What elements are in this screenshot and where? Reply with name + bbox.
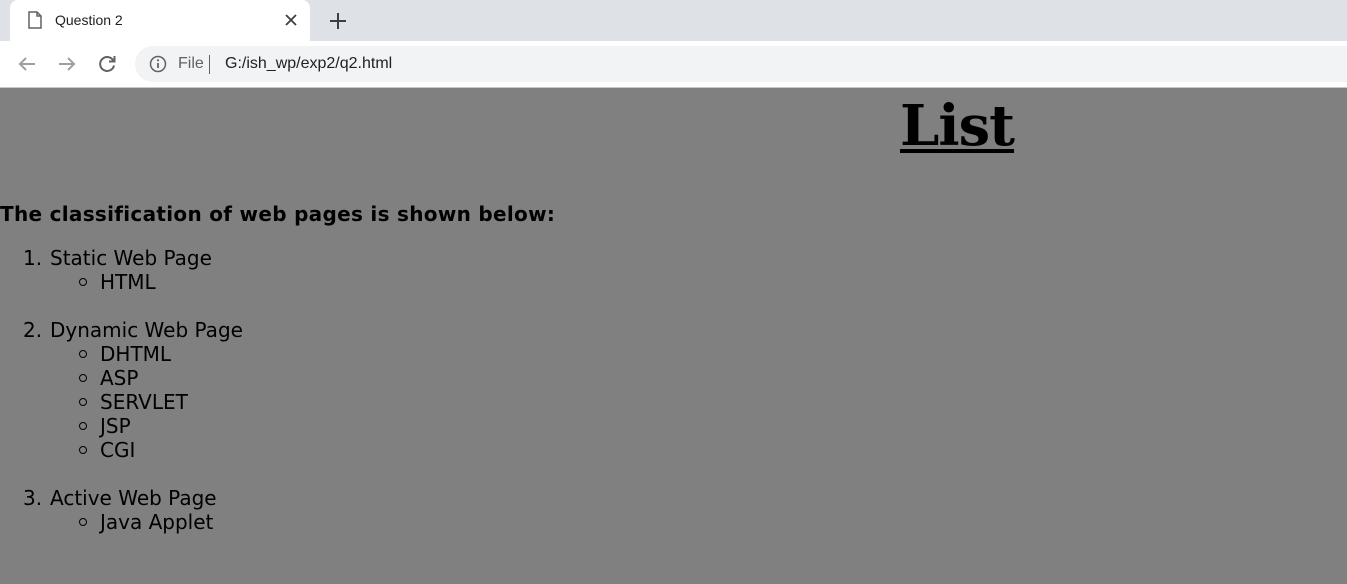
page-content: List The classification of web pages is … <box>0 88 1347 584</box>
list-item-number: 3. <box>23 486 43 510</box>
document-icon <box>28 11 42 29</box>
sub-list-item-label: HTML <box>100 270 156 294</box>
close-icon[interactable] <box>282 11 300 29</box>
address-url[interactable]: G:/ish_wp/exp2/q2.html <box>225 55 392 73</box>
back-arrow-icon[interactable] <box>16 53 38 75</box>
circle-bullet-icon <box>79 374 87 382</box>
address-scheme: File <box>178 55 204 72</box>
sub-list-item-label: CGI <box>100 438 136 462</box>
circle-bullet-icon <box>79 398 87 406</box>
forward-arrow-icon[interactable] <box>56 53 78 75</box>
sub-list-item-label: SERVLET <box>100 390 188 414</box>
tab-question-2[interactable]: Question 2 <box>10 0 310 41</box>
list-item-label: Static Web Page <box>50 246 212 270</box>
reload-icon[interactable] <box>96 53 118 75</box>
page-title: List <box>900 93 1015 159</box>
new-tab-button[interactable] <box>327 10 349 32</box>
sub-list-item: HTML <box>50 270 243 294</box>
sub-list-item: ASP <box>50 366 243 390</box>
circle-bullet-icon <box>79 422 87 430</box>
list-item: 2. Dynamic Web Page DHTML ASP SERVLET JSP CGI <box>0 318 243 462</box>
list-item-label: Active Web Page <box>50 486 217 510</box>
info-icon[interactable] <box>149 55 167 73</box>
browser-toolbar: File G:/ish_wp/exp2/q2.html <box>0 41 1347 88</box>
circle-bullet-icon <box>79 446 87 454</box>
classification-list: 1. Static Web Page HTML 2. Dynamic Web Page D… <box>0 246 243 558</box>
sub-list-item: SERVLET <box>50 390 243 414</box>
intro-heading: The classification of web pages is shown… <box>0 202 556 226</box>
sub-list-item: Java Applet <box>50 510 243 534</box>
sub-list-item: DHTML <box>50 342 243 366</box>
list-item-label: Dynamic Web Page <box>50 318 243 342</box>
address-bar[interactable]: File G:/ish_wp/exp2/q2.html <box>135 46 1347 82</box>
circle-bullet-icon <box>79 350 87 358</box>
sub-list: DHTML ASP SERVLET JSP CGI <box>50 342 243 462</box>
circle-bullet-icon <box>79 518 87 526</box>
browser-window: Question 2 File G:/ish_wp/exp2/q2.html L… <box>0 0 1347 584</box>
sub-list: HTML <box>50 270 243 294</box>
sub-list-item-label: DHTML <box>100 342 172 366</box>
address-separator <box>209 55 210 74</box>
sub-list: Java Applet <box>50 510 243 534</box>
sub-list-item: JSP <box>50 414 243 438</box>
sub-list-item: CGI <box>50 438 243 462</box>
sub-list-item-label: JSP <box>100 414 131 438</box>
sub-list-item-label: Java Applet <box>100 510 214 534</box>
list-item: 1. Static Web Page HTML <box>0 246 243 294</box>
tab-strip: Question 2 <box>0 0 1347 41</box>
list-item-number: 1. <box>23 246 43 270</box>
list-item: 3. Active Web Page Java Applet <box>0 486 243 534</box>
list-item-number: 2. <box>23 318 43 342</box>
circle-bullet-icon <box>79 278 87 286</box>
tab-title: Question 2 <box>55 12 123 28</box>
sub-list-item-label: ASP <box>100 366 139 390</box>
